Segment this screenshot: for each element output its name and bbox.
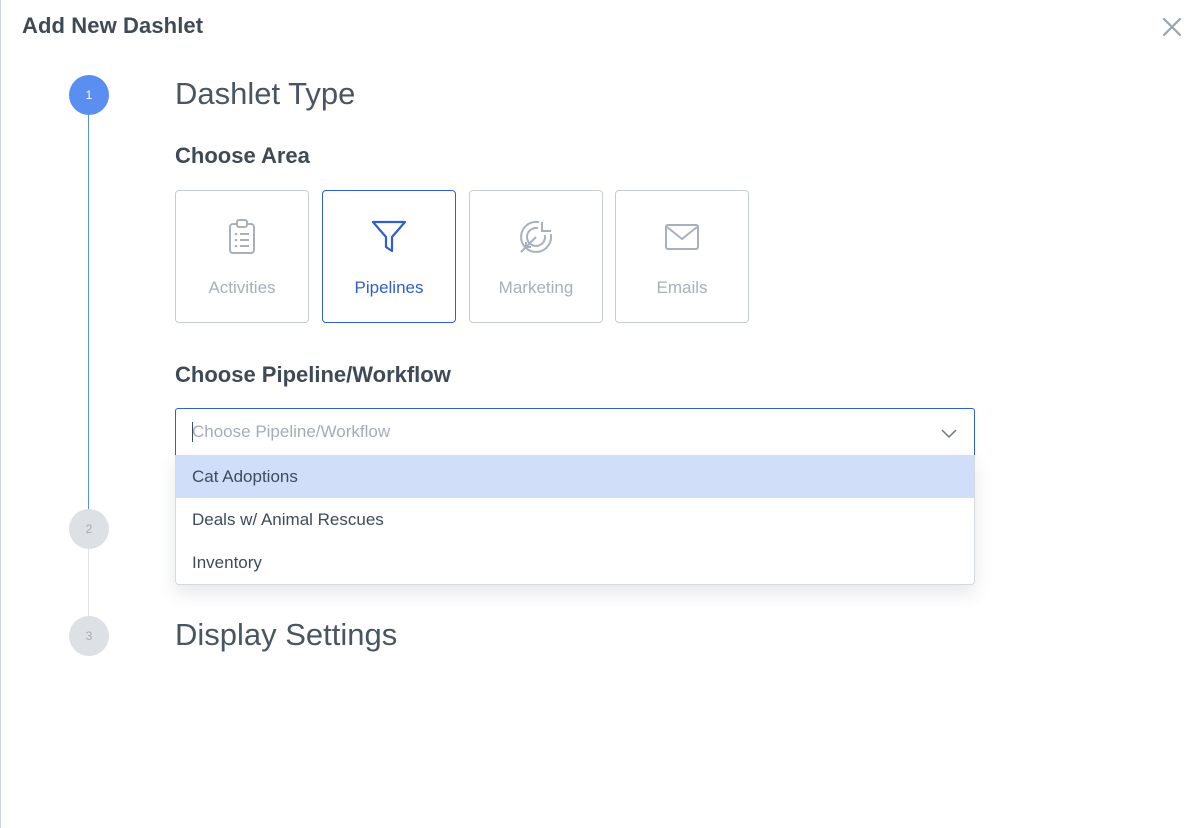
area-card-label: Pipelines <box>354 278 424 297</box>
funnel-icon <box>371 220 407 253</box>
pipeline-select-placeholder: Choose Pipeline/Workflow <box>192 422 391 441</box>
step-2-indicator: 2 <box>69 509 109 549</box>
area-card-activities[interactable]: Activities <box>175 190 309 323</box>
dropdown-option-cat-adoptions[interactable]: Cat Adoptions <box>176 455 974 498</box>
text-cursor <box>192 422 193 442</box>
dropdown-option-deals-animal-rescues[interactable]: Deals w/ Animal Rescues <box>176 498 974 541</box>
modal-title: Add New Dashlet <box>22 13 204 38</box>
step-1-title: Dashlet Type <box>175 76 356 111</box>
step-connector-active <box>88 114 89 510</box>
target-icon <box>520 220 553 253</box>
choose-area-heading: Choose Area <box>175 143 310 168</box>
step-3-indicator: 3 <box>69 616 109 656</box>
close-icon <box>1162 17 1182 37</box>
step-connector-inactive <box>88 549 89 617</box>
pipeline-select-input[interactable]: Choose Pipeline/Workflow <box>175 408 975 456</box>
area-card-marketing[interactable]: Marketing <box>469 190 603 323</box>
clipboard-icon <box>229 219 255 254</box>
step-3-title: Display Settings <box>175 617 398 652</box>
add-dashlet-modal: Add New Dashlet 1 2 3 Dashlet Type Displ… <box>0 0 1200 828</box>
pipeline-dropdown-menu: Cat Adoptions Deals w/ Animal Rescues In… <box>175 455 975 585</box>
area-card-label: Marketing <box>498 278 574 297</box>
area-card-label: Emails <box>656 278 708 297</box>
area-card-label: Activities <box>208 278 276 297</box>
chevron-down-icon[interactable] <box>941 426 957 440</box>
close-button[interactable] <box>1158 13 1186 41</box>
area-card-emails[interactable]: Emails <box>615 190 749 323</box>
dropdown-option-inventory[interactable]: Inventory <box>176 541 974 584</box>
step-1-indicator: 1 <box>69 75 109 115</box>
choose-pipeline-heading: Choose Pipeline/Workflow <box>175 362 451 387</box>
area-card-pipelines[interactable]: Pipelines <box>322 190 456 323</box>
envelope-icon <box>665 224 699 250</box>
